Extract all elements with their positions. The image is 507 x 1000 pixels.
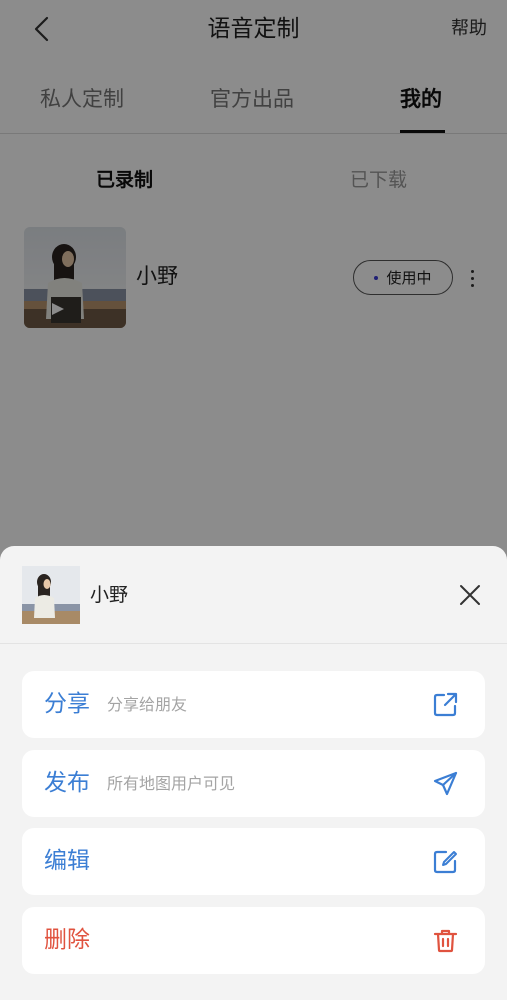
share-description: 分享给朋友	[107, 695, 188, 714]
share-external-icon	[433, 692, 458, 717]
portrait-image	[22, 566, 80, 624]
delete-action-button[interactable]: 删除	[22, 907, 485, 974]
sheet-header: 小野	[0, 546, 507, 644]
sheet-voice-thumbnail	[22, 566, 80, 624]
close-icon	[460, 585, 480, 605]
close-button[interactable]	[456, 581, 484, 609]
trash-icon	[433, 929, 458, 953]
sheet-voice-name: 小野	[90, 584, 129, 606]
action-sheet: 小野 分享 分享给朋友 发布 所有地图用户可见 编辑 删除	[0, 546, 507, 1000]
paper-plane-icon	[433, 771, 458, 796]
edit-action-button[interactable]: 编辑	[22, 828, 485, 895]
share-action-button[interactable]: 分享 分享给朋友	[22, 671, 485, 738]
publish-description: 所有地图用户可见	[107, 774, 236, 793]
edit-square-icon	[433, 850, 457, 874]
publish-action-button[interactable]: 发布 所有地图用户可见	[22, 750, 485, 817]
edit-label: 编辑	[44, 848, 90, 874]
delete-label: 删除	[44, 927, 90, 953]
share-label: 分享	[44, 691, 90, 717]
publish-label: 发布	[44, 770, 90, 796]
